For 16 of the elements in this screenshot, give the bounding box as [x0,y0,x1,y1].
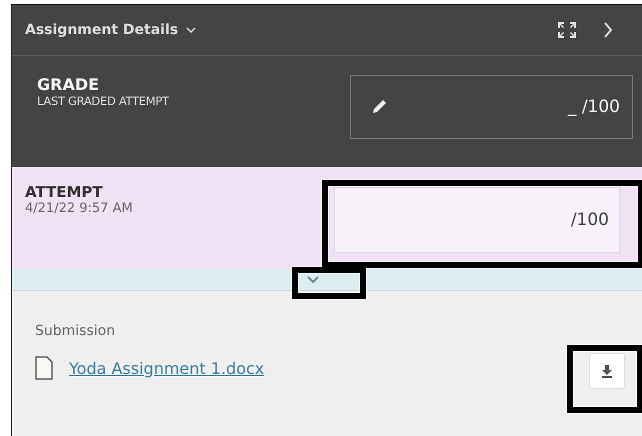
file-link[interactable]: Yoda Assignment 1.docx [69,358,264,378]
attempt-label: ATTEMPT [25,183,104,201]
grade-label: GRADE [37,75,100,94]
chevron-down-icon[interactable] [186,27,196,33]
attempt-date: 4/21/22 9:57 AM [25,201,134,216]
panel-title[interactable]: Assignment Details [25,22,178,38]
chevron-right-icon[interactable] [603,21,613,39]
download-button[interactable] [589,353,625,389]
attempt-grade-field[interactable]: /100 [334,187,620,253]
document-icon [35,356,53,380]
pencil-icon [371,99,387,115]
download-icon [600,364,614,378]
grade-field[interactable]: _ /100 [350,75,633,139]
expand-icon[interactable] [557,21,577,39]
grade-sublabel: LAST GRADED ATTEMPT [37,94,170,108]
submission-label: Submission [35,323,116,339]
